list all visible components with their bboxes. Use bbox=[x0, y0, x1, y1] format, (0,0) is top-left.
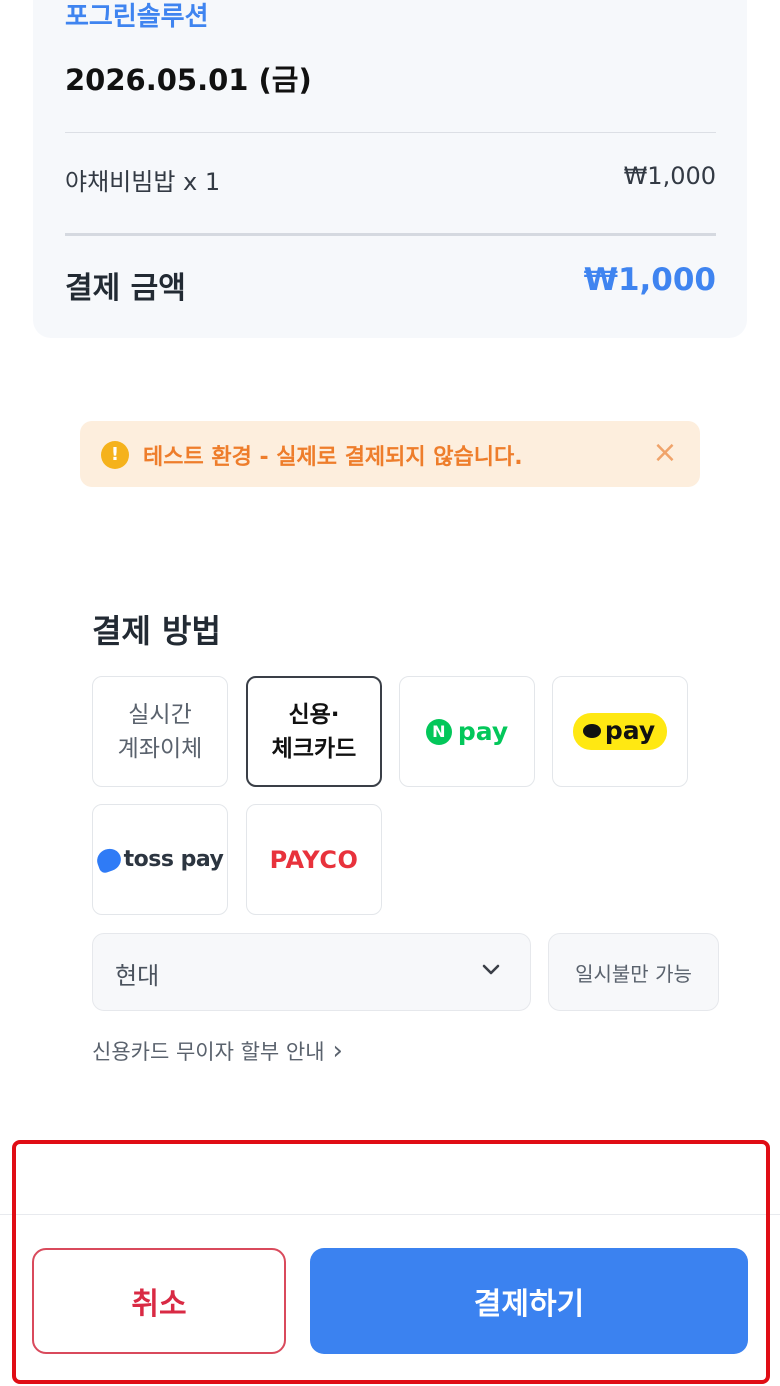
naver-pay-logo: N pay bbox=[425, 717, 509, 746]
total-divider bbox=[65, 233, 716, 236]
speech-bubble-icon bbox=[582, 723, 601, 738]
naver-n-icon: N bbox=[425, 718, 452, 745]
summary-divider bbox=[65, 132, 716, 133]
total-label: 결제 금액 bbox=[65, 271, 186, 306]
store-name: 포그린솔루션 bbox=[65, 2, 209, 32]
action-bar-highlight bbox=[12, 1140, 770, 1384]
chevron-right-icon: › bbox=[332, 1035, 343, 1066]
toss-icon bbox=[93, 845, 124, 874]
close-icon[interactable]: × bbox=[650, 435, 680, 471]
method-label-line1: 실시간 bbox=[128, 701, 192, 728]
kakao-pay-label: pay bbox=[604, 716, 656, 745]
test-environment-banner: ! 테스트 환경 - 실제로 결제되지 않습니다. × bbox=[80, 421, 700, 487]
installment-option[interactable]: 일시불만 가능 bbox=[548, 933, 719, 1011]
method-naver-pay[interactable]: N pay bbox=[399, 676, 535, 787]
method-credit-card[interactable]: 신용· 체크카드 bbox=[246, 676, 382, 787]
banner-message: 테스트 환경 - 실제로 결제되지 않습니다. bbox=[143, 445, 523, 470]
payment-method-title: 결제 방법 bbox=[92, 612, 221, 650]
card-company-value: 현대 bbox=[115, 962, 160, 990]
naver-pay-label: pay bbox=[457, 717, 509, 746]
method-toss-pay[interactable]: toss pay bbox=[92, 804, 228, 915]
chevron-down-icon bbox=[482, 964, 500, 975]
method-bank-transfer[interactable]: 실시간 계좌이체 bbox=[92, 676, 228, 787]
installment-info-label: 신용카드 무이자 할부 안내 bbox=[92, 1040, 325, 1064]
method-label-line1: 신용· bbox=[288, 701, 340, 728]
order-date: 2026.05.01 (금) bbox=[65, 63, 312, 97]
method-label-line2: 계좌이체 bbox=[117, 735, 203, 762]
order-item-price: ₩1,000 bbox=[623, 162, 716, 190]
kakao-pay-logo: pay bbox=[572, 713, 668, 750]
payco-logo: PAYCO bbox=[269, 845, 359, 874]
toss-pay-label: toss pay bbox=[123, 847, 224, 872]
method-label-line2: 체크카드 bbox=[271, 735, 357, 762]
card-company-select[interactable]: 현대 bbox=[92, 933, 531, 1011]
payment-page: 포그린솔루션 2026.05.01 (금) 야채비빔밥 x 1 ₩1,000 결… bbox=[0, 0, 780, 1386]
installment-info-link[interactable]: 신용카드 무이자 할부 안내 › bbox=[92, 1036, 343, 1066]
total-amount: ₩1,000 bbox=[583, 262, 716, 298]
method-payco[interactable]: PAYCO bbox=[246, 804, 382, 915]
order-item-name: 야채비빔밥 x 1 bbox=[65, 168, 221, 196]
warning-icon: ! bbox=[101, 441, 129, 469]
method-kakao-pay[interactable]: pay bbox=[552, 676, 688, 787]
toss-pay-logo: toss pay bbox=[93, 845, 224, 874]
